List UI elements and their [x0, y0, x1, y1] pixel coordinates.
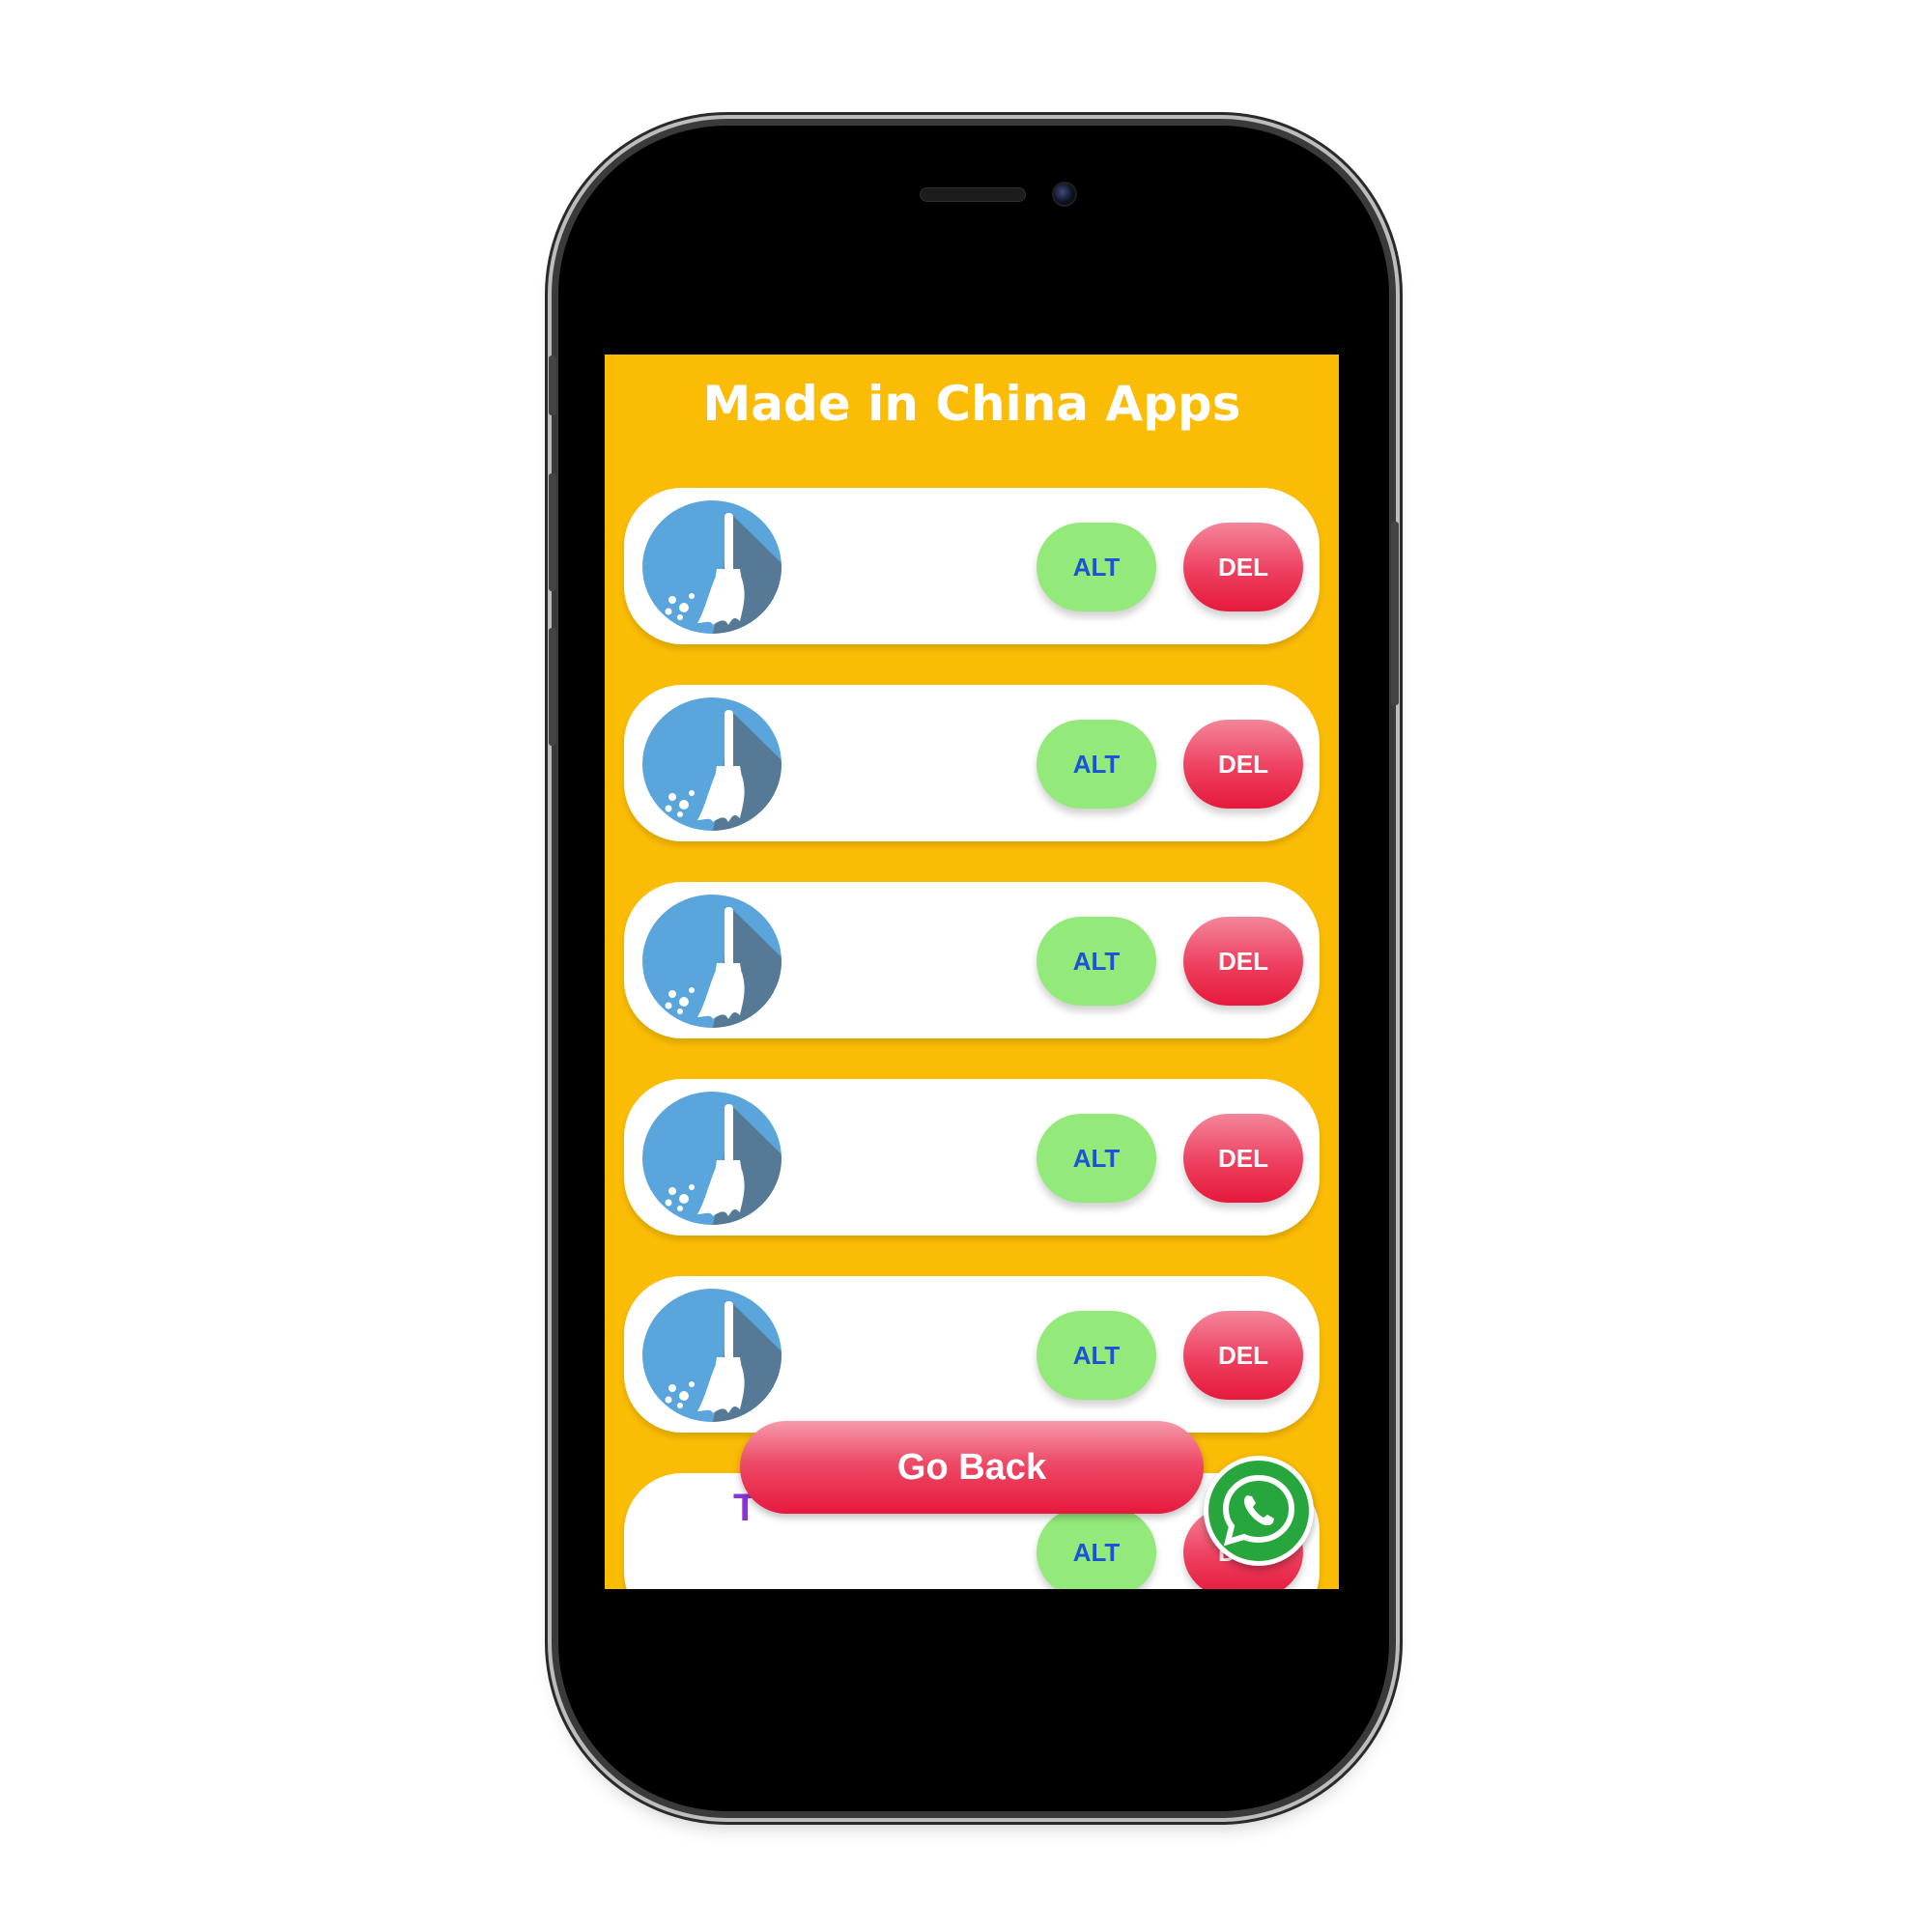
broom-icon [641, 1288, 782, 1423]
phone-side-button [549, 355, 556, 415]
alt-button[interactable]: ALT [1037, 1114, 1156, 1203]
del-button[interactable]: DEL [1183, 1114, 1303, 1203]
phone-camera [1052, 182, 1077, 207]
whatsapp-chat-button[interactable] [1204, 1456, 1314, 1566]
broom-icon [641, 894, 782, 1029]
broom-icon [641, 499, 782, 635]
app-list-item: ALT DEL [624, 882, 1320, 1038]
app-list-item: ALT DEL [624, 1079, 1320, 1236]
alt-button[interactable]: ALT [1037, 917, 1156, 1006]
phone-volume-down-button [549, 628, 556, 746]
phone-volume-up-button [549, 473, 556, 591]
app-screen: Made in China Apps ALT DEL ALT DEL ALT D… [605, 355, 1339, 1589]
app-list-item: ALT DEL [624, 488, 1320, 644]
broom-icon [641, 696, 782, 832]
alt-button[interactable]: ALT [1037, 523, 1156, 611]
whatsapp-icon [1222, 1474, 1295, 1547]
alt-button[interactable]: ALT [1037, 720, 1156, 809]
del-button[interactable]: DEL [1183, 720, 1303, 809]
del-button[interactable]: DEL [1183, 523, 1303, 611]
go-back-button[interactable]: Go Back [740, 1421, 1204, 1514]
del-button[interactable]: DEL [1183, 1311, 1303, 1400]
del-button[interactable]: DEL [1183, 917, 1303, 1006]
alt-button[interactable]: ALT [1037, 1508, 1156, 1589]
phone-power-button [1391, 522, 1399, 705]
page-title: Made in China Apps [702, 376, 1241, 432]
alt-button[interactable]: ALT [1037, 1311, 1156, 1400]
app-list-item: ALT DEL [624, 685, 1320, 841]
app-list-item: ALT DEL [624, 1276, 1320, 1433]
phone-speaker [920, 187, 1026, 202]
broom-icon [641, 1091, 782, 1226]
